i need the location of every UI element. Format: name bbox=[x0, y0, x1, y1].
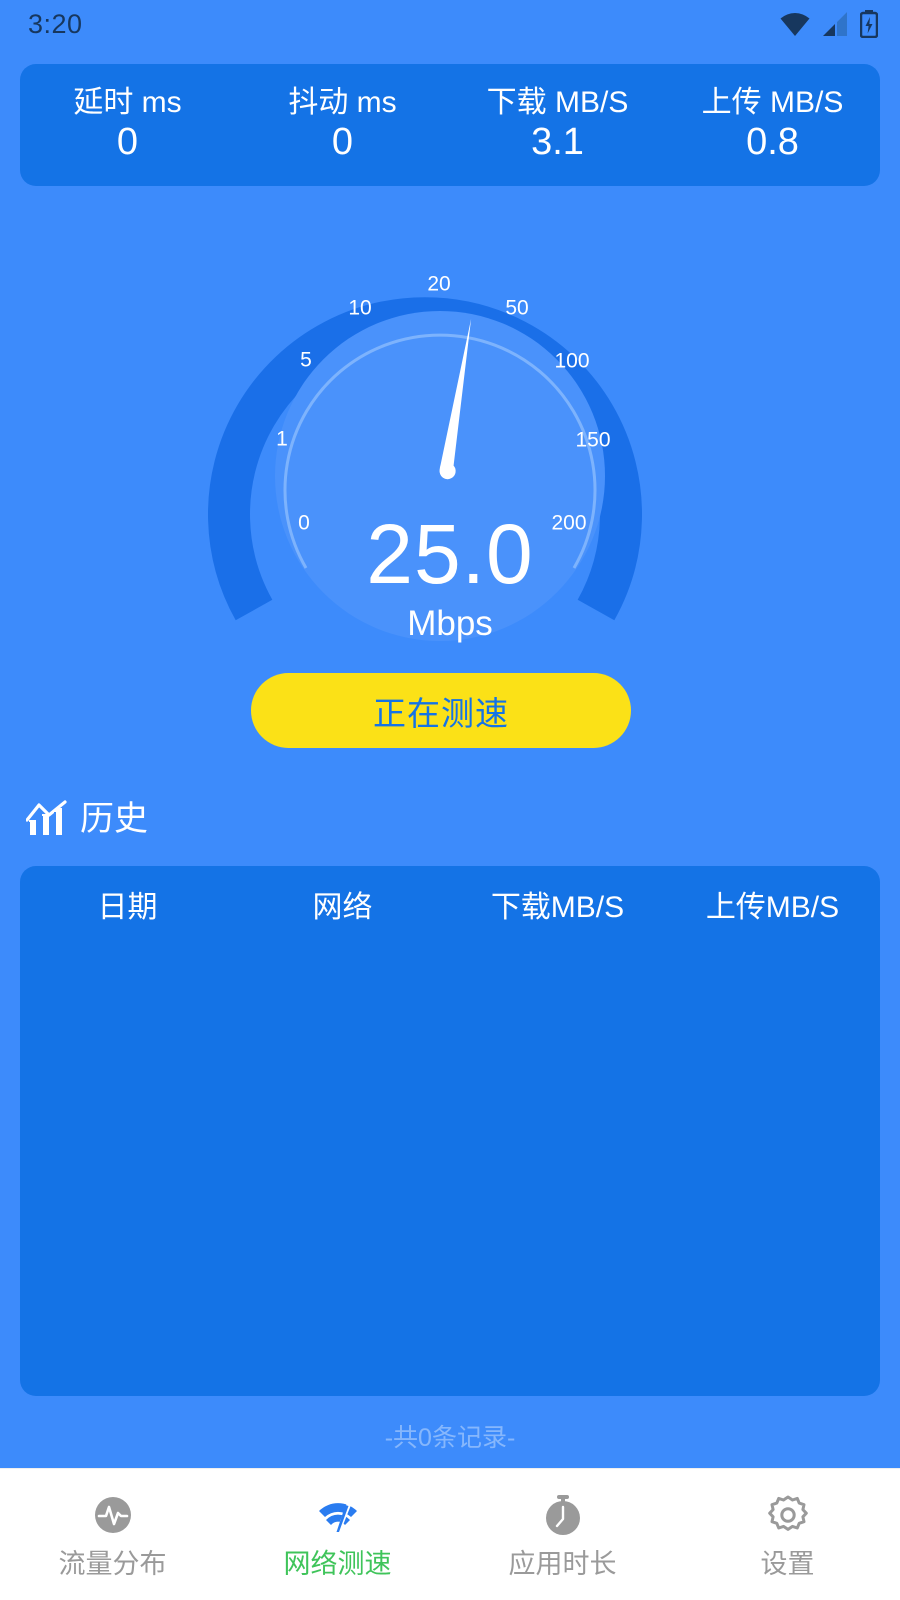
nav-label: 设置 bbox=[760, 1549, 815, 1579]
metric-jitter: 抖动 ms 0 bbox=[235, 64, 450, 186]
bottom-navigation: 流量分布 网络测速 应用时长 设置 bbox=[0, 1468, 900, 1600]
record-count-label: -共0条记录- bbox=[384, 1424, 516, 1452]
metrics-card: 延时 ms 0 抖动 ms 0 下载 MB/S 3.1 上传 MB/S 0.8 bbox=[20, 64, 880, 186]
speedtest-icon bbox=[318, 1503, 357, 1534]
gauge-tick-150: 150 bbox=[575, 429, 610, 452]
metric-label: 抖动 ms bbox=[288, 85, 397, 119]
column-header-upload: 上传MB/S bbox=[705, 891, 840, 924]
gauge-unit: Mbps bbox=[407, 604, 493, 643]
metric-value: 3.1 bbox=[531, 121, 584, 164]
start-speedtest-button[interactable]: 正在测速 bbox=[251, 673, 631, 748]
column-header-date: 日期 bbox=[97, 891, 158, 924]
column-header-download: 下载MB/S bbox=[490, 891, 625, 924]
gauge-tick-50: 50 bbox=[505, 297, 528, 320]
metric-latency: 延时 ms 0 bbox=[20, 64, 235, 186]
gauge-tick-20: 20 bbox=[427, 273, 450, 296]
nav-label: 应用时长 bbox=[508, 1549, 617, 1579]
nav-label: 流量分布 bbox=[58, 1549, 167, 1579]
wifi-icon bbox=[780, 13, 810, 36]
metric-label: 下载 MB/S bbox=[486, 85, 629, 119]
status-bar: 3:20 bbox=[0, 0, 900, 48]
status-time: 3:20 bbox=[28, 8, 83, 39]
cell-signal-icon bbox=[823, 12, 847, 36]
history-title: 历史 bbox=[80, 800, 148, 838]
gear-icon bbox=[767, 1495, 808, 1531]
speed-gauge: 0 1 5 10 20 50 100 150 200 25.0 Mbps bbox=[0, 196, 900, 656]
metric-label: 延时 ms bbox=[73, 85, 182, 119]
metric-label: 上传 MB/S bbox=[701, 85, 844, 119]
nav-item-speedtest[interactable]: 网络测速 bbox=[225, 1469, 450, 1600]
stopwatch-icon bbox=[545, 1495, 580, 1535]
nav-item-traffic[interactable]: 流量分布 bbox=[0, 1469, 225, 1600]
line-chart-icon bbox=[26, 800, 67, 835]
gauge-tick-1: 1 bbox=[276, 428, 288, 451]
gauge-tick-5: 5 bbox=[300, 349, 312, 372]
metric-value: 0 bbox=[116, 121, 139, 164]
column-header-network: 网络 bbox=[312, 891, 373, 924]
gauge-value: 25.0 bbox=[366, 507, 534, 601]
metric-value: 0 bbox=[331, 121, 354, 164]
traffic-pulse-icon bbox=[94, 1497, 131, 1533]
nav-item-settings[interactable]: 设置 bbox=[675, 1469, 900, 1600]
history-header: 历史 bbox=[26, 800, 148, 838]
metric-upload: 上传 MB/S 0.8 bbox=[665, 64, 880, 186]
gauge-tick-100: 100 bbox=[554, 350, 589, 373]
nav-item-app-usage[interactable]: 应用时长 bbox=[450, 1469, 675, 1600]
history-table-header-row: 日期 网络 下载MB/S 上传MB/S bbox=[20, 866, 880, 926]
metric-download: 下载 MB/S 3.1 bbox=[450, 64, 665, 186]
status-icon-group bbox=[780, 10, 878, 38]
metric-value: 0.8 bbox=[746, 121, 799, 164]
nav-label: 网络测速 bbox=[283, 1549, 392, 1579]
gauge-tick-10: 10 bbox=[348, 297, 371, 320]
battery-charging-icon bbox=[860, 10, 878, 38]
history-table-card[interactable]: 日期 网络 下载MB/S 上传MB/S bbox=[20, 866, 880, 1396]
